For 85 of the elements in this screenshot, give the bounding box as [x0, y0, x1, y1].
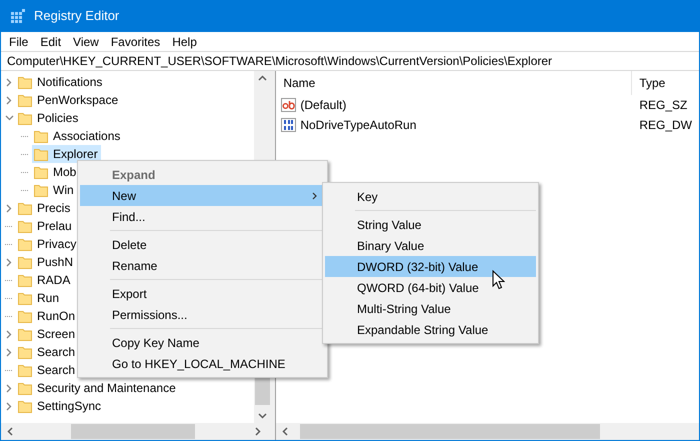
menu-option[interactable]: Binary Value	[325, 235, 536, 256]
folder-icon	[18, 346, 32, 358]
tree-item[interactable]: Search	[16, 361, 78, 379]
scroll-up-icon[interactable]	[258, 75, 268, 81]
menu-option[interactable]: Multi-String Value	[325, 298, 536, 319]
value-type: REG_DW	[638, 117, 693, 134]
folder-icon	[18, 238, 32, 250]
tree-item[interactable]: Notifications	[16, 73, 106, 91]
registry-icon	[10, 8, 26, 24]
value-name[interactable]: (Default)	[300, 96, 346, 114]
menu-item[interactable]: Edit	[34, 32, 68, 50]
tree-item[interactable]: Screen	[16, 325, 78, 343]
folder-icon	[18, 364, 32, 376]
menu-option[interactable]: Go to HKEY_LOCAL_MACHINE	[80, 353, 325, 374]
folder-icon	[18, 292, 32, 304]
column-header[interactable]: Type	[632, 71, 672, 95]
menu-option[interactable]: Permissions...	[80, 304, 325, 325]
tree-item[interactable]: Precis	[16, 199, 74, 217]
menu-item[interactable]: File	[3, 32, 34, 50]
scroll-left-icon[interactable]	[7, 427, 13, 436]
value-type: REG_SZ	[638, 97, 688, 114]
chevron-right-icon	[312, 192, 317, 200]
tree-item[interactable]: Policies	[16, 109, 82, 127]
tree-item[interactable]: PushN	[16, 253, 76, 271]
tree-item[interactable]: Privacy	[16, 235, 80, 253]
tree-item[interactable]: SettingSync	[16, 397, 104, 415]
chevron-down-icon[interactable]	[4, 115, 14, 121]
scroll-left-icon[interactable]	[282, 427, 288, 436]
tree-item[interactable]: PenWorkspace	[16, 91, 122, 109]
folder-icon	[18, 76, 32, 88]
folder-icon	[18, 202, 32, 214]
horizontal-scrollbar[interactable]	[1, 423, 272, 440]
menu-option[interactable]: DWORD (32-bit) Value	[325, 256, 536, 277]
menu-option[interactable]: New	[80, 185, 325, 206]
folder-icon	[18, 94, 32, 106]
tree-item[interactable]: RunOn	[16, 307, 78, 325]
folder-icon	[34, 148, 48, 160]
menu-option[interactable]: Copy Key Name	[80, 332, 325, 353]
window-title: Registry Editor	[34, 7, 120, 26]
tree-item[interactable]: Explorer	[32, 145, 101, 163]
chevron-right-icon[interactable]	[6, 204, 12, 212]
menu-option[interactable]: Find...	[80, 206, 325, 227]
address-text: Computer\HKEY_CURRENT_USER\SOFTWARE\Microsoft\Windows\CurrentVersion\Policies\Explorer	[7, 53, 552, 70]
scroll-right-icon[interactable]	[255, 427, 262, 436]
menu-item[interactable]: Favorites	[104, 32, 166, 50]
scrollbar-thumb[interactable]	[300, 424, 600, 439]
tree-item[interactable]: Run	[16, 289, 62, 307]
folder-icon	[18, 112, 32, 124]
folder-icon	[18, 328, 32, 340]
menu-option[interactable]: Expand	[80, 164, 325, 185]
menu-option[interactable]: Key	[325, 186, 536, 207]
tree-item[interactable]: RADA	[16, 271, 74, 289]
menu-item[interactable]: View	[67, 32, 105, 50]
horizontal-scrollbar[interactable]	[276, 423, 699, 440]
menu-option[interactable]: Delete	[80, 234, 325, 255]
menu-option[interactable]: Rename	[80, 255, 325, 276]
chevron-right-icon[interactable]	[6, 258, 12, 266]
folder-icon	[18, 310, 32, 322]
string-value-icon	[281, 98, 298, 112]
mouse-pointer-icon	[492, 270, 505, 290]
tree-item[interactable]: Security and Maintenance	[16, 379, 179, 397]
binary-value-icon	[281, 118, 298, 132]
tree-item[interactable]: Associations	[32, 127, 124, 145]
menu-item[interactable]: Help	[166, 32, 203, 50]
folder-icon	[34, 166, 48, 178]
menu-option[interactable]: String Value	[325, 214, 536, 235]
value-name[interactable]: NoDriveTypeAutoRun	[300, 116, 416, 134]
menu-option[interactable]: Export	[80, 283, 325, 304]
folder-icon	[34, 130, 48, 142]
tree-item[interactable]: Prelau	[16, 217, 75, 235]
scroll-down-icon[interactable]	[258, 413, 268, 419]
menu-option[interactable]: Expandable String Value	[325, 319, 536, 340]
column-header[interactable]: Name	[276, 71, 632, 95]
tree-item[interactable]: Win	[32, 181, 77, 199]
folder-icon	[18, 256, 32, 268]
folder-icon	[18, 220, 32, 232]
menu-option[interactable]: QWORD (64-bit) Value	[325, 277, 536, 298]
folder-icon	[18, 400, 32, 412]
tree-item[interactable]: Search	[16, 343, 78, 361]
folder-icon	[18, 382, 32, 394]
folder-icon	[18, 274, 32, 286]
folder-icon	[34, 184, 48, 196]
address-bar[interactable]: Computer\HKEY_CURRENT_USER\SOFTWARE\Microsoft\Windows\CurrentVersion\Policies\Explorer	[1, 51, 699, 71]
tree-item[interactable]: Mob	[32, 163, 80, 181]
scrollbar-thumb[interactable]	[71, 424, 195, 439]
